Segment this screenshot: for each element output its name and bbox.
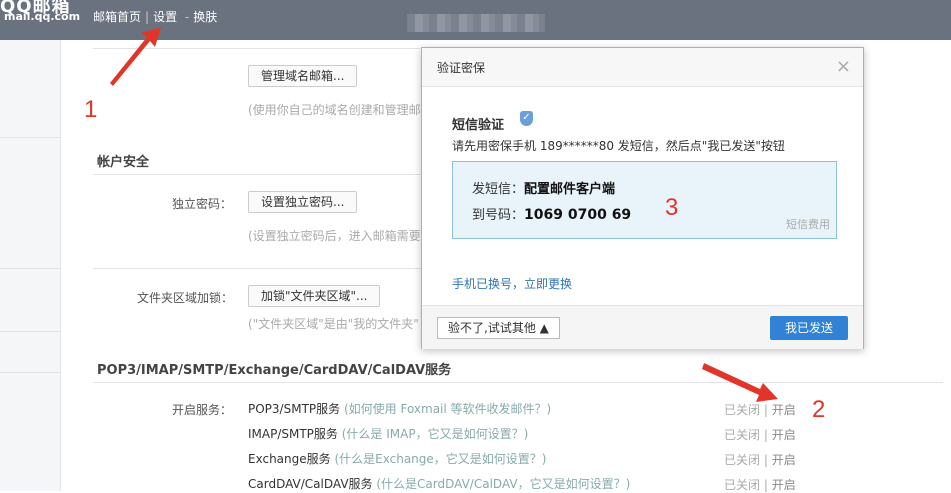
service-help-link[interactable]: (如何使用 Foxmail 等软件收发邮件？) — [344, 402, 551, 416]
enable-service-label: 开启服务： — [172, 403, 233, 417]
annotation-number-1: 1 — [84, 96, 98, 123]
service-row-pop3: POP3/SMTP服务 (如何使用 Foxmail 等软件收发邮件？) — [248, 400, 551, 417]
sidebar-divider — [0, 331, 60, 332]
enable-carddav-link[interactable]: 开启 — [772, 478, 796, 492]
nav-dash: - — [184, 10, 190, 24]
independent-password-label: 独立密码： — [172, 197, 233, 211]
divider — [93, 382, 943, 383]
domain-hint: (使用你自己的域名创建和管理邮 — [248, 103, 421, 117]
sms-verify-title: 短信验证 — [452, 118, 505, 133]
verify-security-dialog: 验证密保 × 短信验证 ✓ 请先用密保手机 189******80 发短信，然后… — [421, 47, 864, 349]
dialog-footer: 验不了,试试其他 ▲ 我已发送 — [422, 305, 863, 349]
shield-icon: ✓ — [520, 111, 533, 126]
sms-info-box: 发短信：配置邮件客户端 到号码：1069 0700 69 3 短信费用 — [452, 161, 837, 239]
sms-number-line: 到号码：1069 0700 69 — [472, 204, 631, 223]
service-row-carddav: CardDAV/CalDAV服务 (什么是CardDAV/CalDAV，它又是如… — [248, 475, 630, 492]
annotation-number-2: 2 — [812, 396, 826, 423]
logo-domain: mail.qq.com — [4, 10, 81, 23]
service-status-exchange: 已关闭 | 开启 — [724, 451, 796, 468]
divider — [93, 174, 420, 175]
status-closed: 已关闭 — [724, 478, 761, 492]
nav-home-link[interactable]: 邮箱首页 — [93, 10, 141, 24]
sms-number-prefix: 到号码： — [472, 208, 525, 223]
dialog-header: 验证密保 × — [422, 48, 863, 87]
sidebar-divider — [0, 372, 60, 373]
sms-content-prefix: 发短信： — [472, 182, 525, 197]
enable-exchange-link[interactable]: 开启 — [772, 453, 796, 467]
sidebar-divider — [0, 268, 60, 269]
status-closed: 已关闭 — [724, 428, 761, 442]
i-have-sent-button[interactable]: 我已发送 — [770, 316, 848, 340]
folder-lock-hint: ("文件夹区域"是由"我的文件夹" — [248, 317, 419, 331]
annotation-number-3: 3 — [665, 194, 679, 221]
status-sep: | — [763, 428, 768, 442]
left-sidebar — [0, 40, 61, 491]
set-independent-password-button[interactable]: 设置独立密码... — [248, 191, 358, 213]
nav-separator: | — [145, 10, 150, 24]
status-sep: | — [763, 478, 768, 492]
divider — [93, 268, 420, 269]
service-name: Exchange服务 — [248, 452, 331, 466]
pop-imap-section-heading: POP3/IMAP/SMTP/Exchange/CardDAV/CalDAV服务 — [97, 363, 452, 378]
nav-settings-link[interactable]: 设置 — [153, 10, 177, 24]
enable-imap-link[interactable]: 开启 — [772, 428, 796, 442]
top-nav: 邮箱首页 | 设置 - 换肤 — [93, 8, 217, 25]
account-security-heading: 帐户安全 — [97, 155, 150, 170]
sms-fee-link[interactable]: 短信费用 — [786, 216, 830, 232]
independent-password-hint: (设置独立密码后，进入邮箱需要 — [248, 229, 421, 243]
service-name: POP3/SMTP服务 — [248, 402, 341, 416]
service-row-imap: IMAP/SMTP服务 (什么是 IMAP，它又是如何设置？) — [248, 425, 528, 442]
status-closed: 已关闭 — [724, 453, 761, 467]
service-status-imap: 已关闭 | 开启 — [724, 426, 796, 443]
folder-lock-button[interactable]: 加锁"文件夹区域"... — [248, 285, 381, 307]
sms-number: 1069 0700 69 — [524, 207, 632, 223]
try-other-button[interactable]: 验不了,试试其他 ▲ — [437, 317, 560, 339]
nav-skin-link[interactable]: 换肤 — [193, 10, 217, 24]
service-help-link[interactable]: (什么是CardDAV/CalDAV，它又是如何设置？) — [376, 477, 630, 491]
sms-instructions: 请先用密保手机 189******80 发短信，然后点"我已发送"按钮 — [452, 139, 785, 153]
annotation-arrow-2 — [702, 363, 778, 402]
annotation-arrow-1 — [110, 27, 161, 86]
service-name: CardDAV/CalDAV服务 — [248, 477, 373, 491]
sms-content: 配置邮件客户端 — [524, 182, 616, 197]
service-status-carddav: 已关闭 | 开启 — [724, 476, 796, 493]
blurred-account — [407, 14, 545, 32]
service-help-link[interactable]: (什么是Exchange，它又是如何设置？) — [334, 452, 546, 466]
change-phone-link[interactable]: 手机已换号，立即更换 — [452, 275, 572, 292]
close-icon[interactable]: × — [836, 56, 851, 77]
sms-content-line: 发短信：配置邮件客户端 — [472, 178, 615, 197]
folder-lock-label: 文件夹区域加锁： — [137, 291, 234, 305]
service-row-exchange: Exchange服务 (什么是Exchange，它又是如何设置？) — [248, 450, 546, 467]
service-help-link[interactable]: (什么是 IMAP，它又是如何设置？) — [342, 427, 529, 441]
manage-domain-button[interactable]: 管理域名邮箱... — [248, 65, 358, 87]
service-name: IMAP/SMTP服务 — [248, 427, 338, 441]
dialog-title: 验证密保 — [437, 61, 486, 75]
status-sep: | — [763, 453, 768, 467]
sidebar-divider — [0, 137, 60, 138]
